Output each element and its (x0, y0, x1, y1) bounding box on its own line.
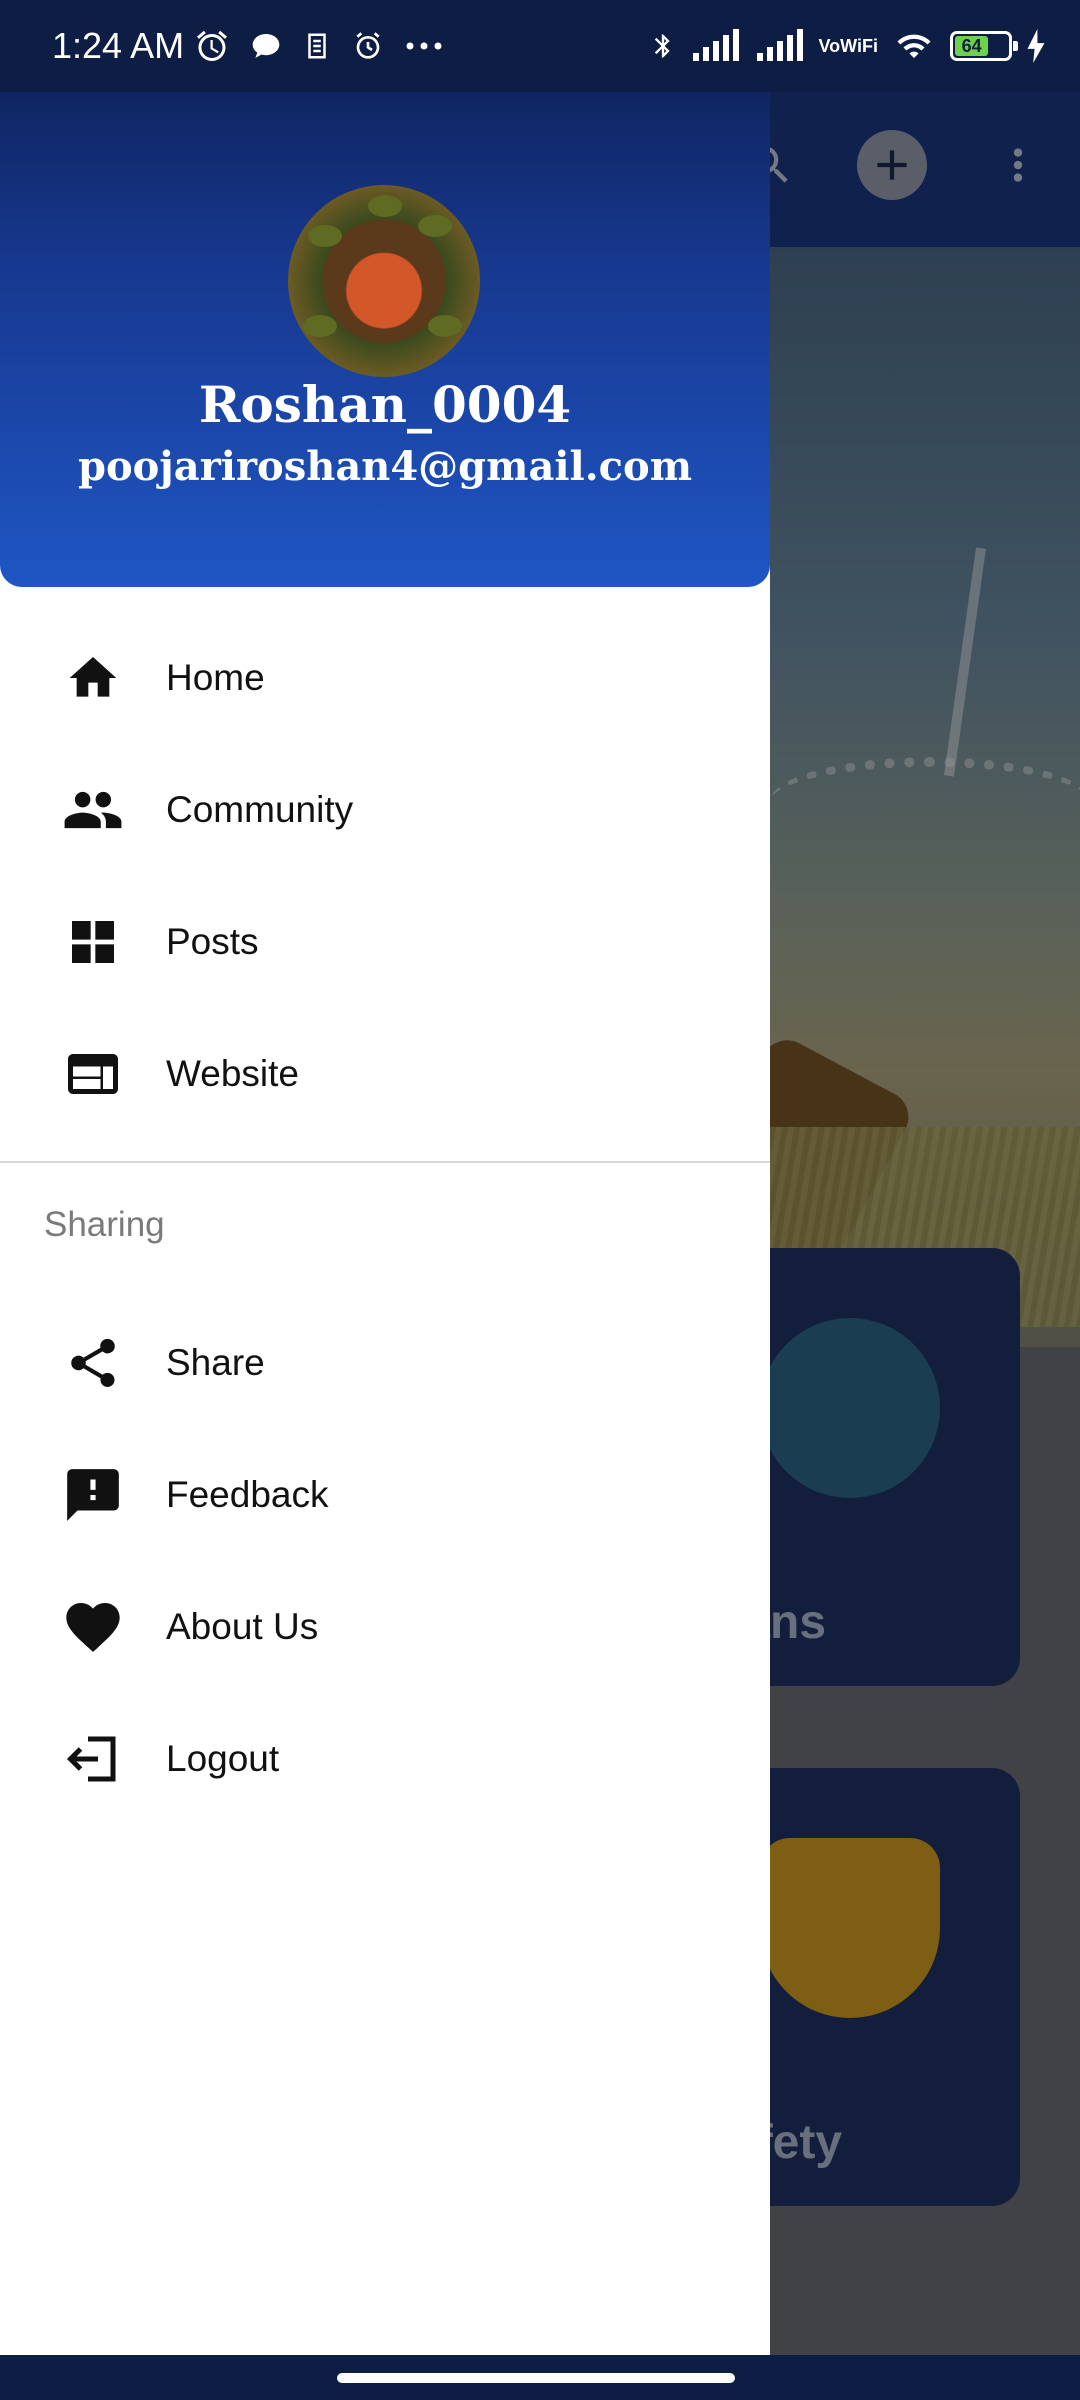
signal-icon (691, 29, 741, 63)
home-indicator[interactable] (337, 2373, 735, 2383)
dashboard-icon (58, 907, 128, 977)
feedback-icon (58, 1460, 128, 1530)
menu-item-posts[interactable]: Posts (0, 876, 770, 1008)
vowifi-bottom: WiFi (840, 35, 878, 56)
avatar-leaf (418, 215, 452, 237)
menu-item-label: About Us (166, 1606, 319, 1647)
avatar-leaf (428, 315, 462, 337)
battery-icon: 64 (950, 31, 1018, 61)
wifi-icon (892, 28, 936, 64)
status-bar: 1:24 AM Vo WiFi 64 (0, 0, 1080, 92)
battery-level: 64 (955, 36, 989, 56)
menu-item-label: Logout (166, 1738, 280, 1779)
menu-item-about-us[interactable]: About Us (0, 1561, 770, 1693)
profile-email: poojariroshan4@gmail.com (77, 443, 693, 490)
home-icon (58, 643, 128, 713)
menu-item-label: Share (166, 1342, 265, 1383)
alarm-icon (194, 28, 230, 64)
app-notification-icon (302, 30, 332, 62)
menu-item-label: Community (166, 789, 354, 830)
more-dots-icon (404, 40, 444, 52)
menu-item-label: Feedback (166, 1474, 329, 1515)
section-title-sharing: Sharing (44, 1205, 165, 1244)
avatar-leaf (308, 225, 342, 247)
charging-icon (1026, 29, 1046, 63)
menu-item-website[interactable]: Website (0, 1008, 770, 1140)
menu-item-label: Home (166, 657, 265, 698)
menu-item-feedback[interactable]: Feedback (0, 1429, 770, 1561)
avatar-leaf (368, 195, 402, 217)
heart-icon (58, 1592, 128, 1662)
menu-item-home[interactable]: Home (0, 612, 770, 744)
menu-item-community[interactable]: Community (0, 744, 770, 876)
signal-icon (755, 29, 805, 63)
system-nav-bar (0, 2355, 1080, 2400)
alarm-clock-icon (352, 30, 384, 62)
logout-icon (58, 1724, 128, 1794)
web-icon (58, 1039, 128, 1109)
chat-bubble-icon (250, 30, 282, 62)
people-icon (58, 775, 128, 845)
menu-item-label: Website (166, 1053, 299, 1094)
menu-item-share[interactable]: Share (0, 1297, 770, 1429)
share-icon (58, 1328, 128, 1398)
avatar[interactable] (288, 185, 480, 377)
status-time: 1:24 AM (52, 25, 185, 66)
menu-item-label: Posts (166, 921, 259, 962)
menu-item-logout[interactable]: Logout (0, 1693, 770, 1825)
navigation-drawer: Roshan_0004 poojariroshan4@gmail.com Hom… (0, 0, 770, 2355)
vowifi-top: Vo (818, 35, 841, 56)
avatar-leaf (303, 315, 337, 337)
divider (0, 1161, 770, 1163)
bluetooth-icon (649, 26, 677, 66)
profile-name: Roshan_0004 (198, 375, 572, 434)
vowifi-icon: Vo WiFi (818, 35, 879, 56)
